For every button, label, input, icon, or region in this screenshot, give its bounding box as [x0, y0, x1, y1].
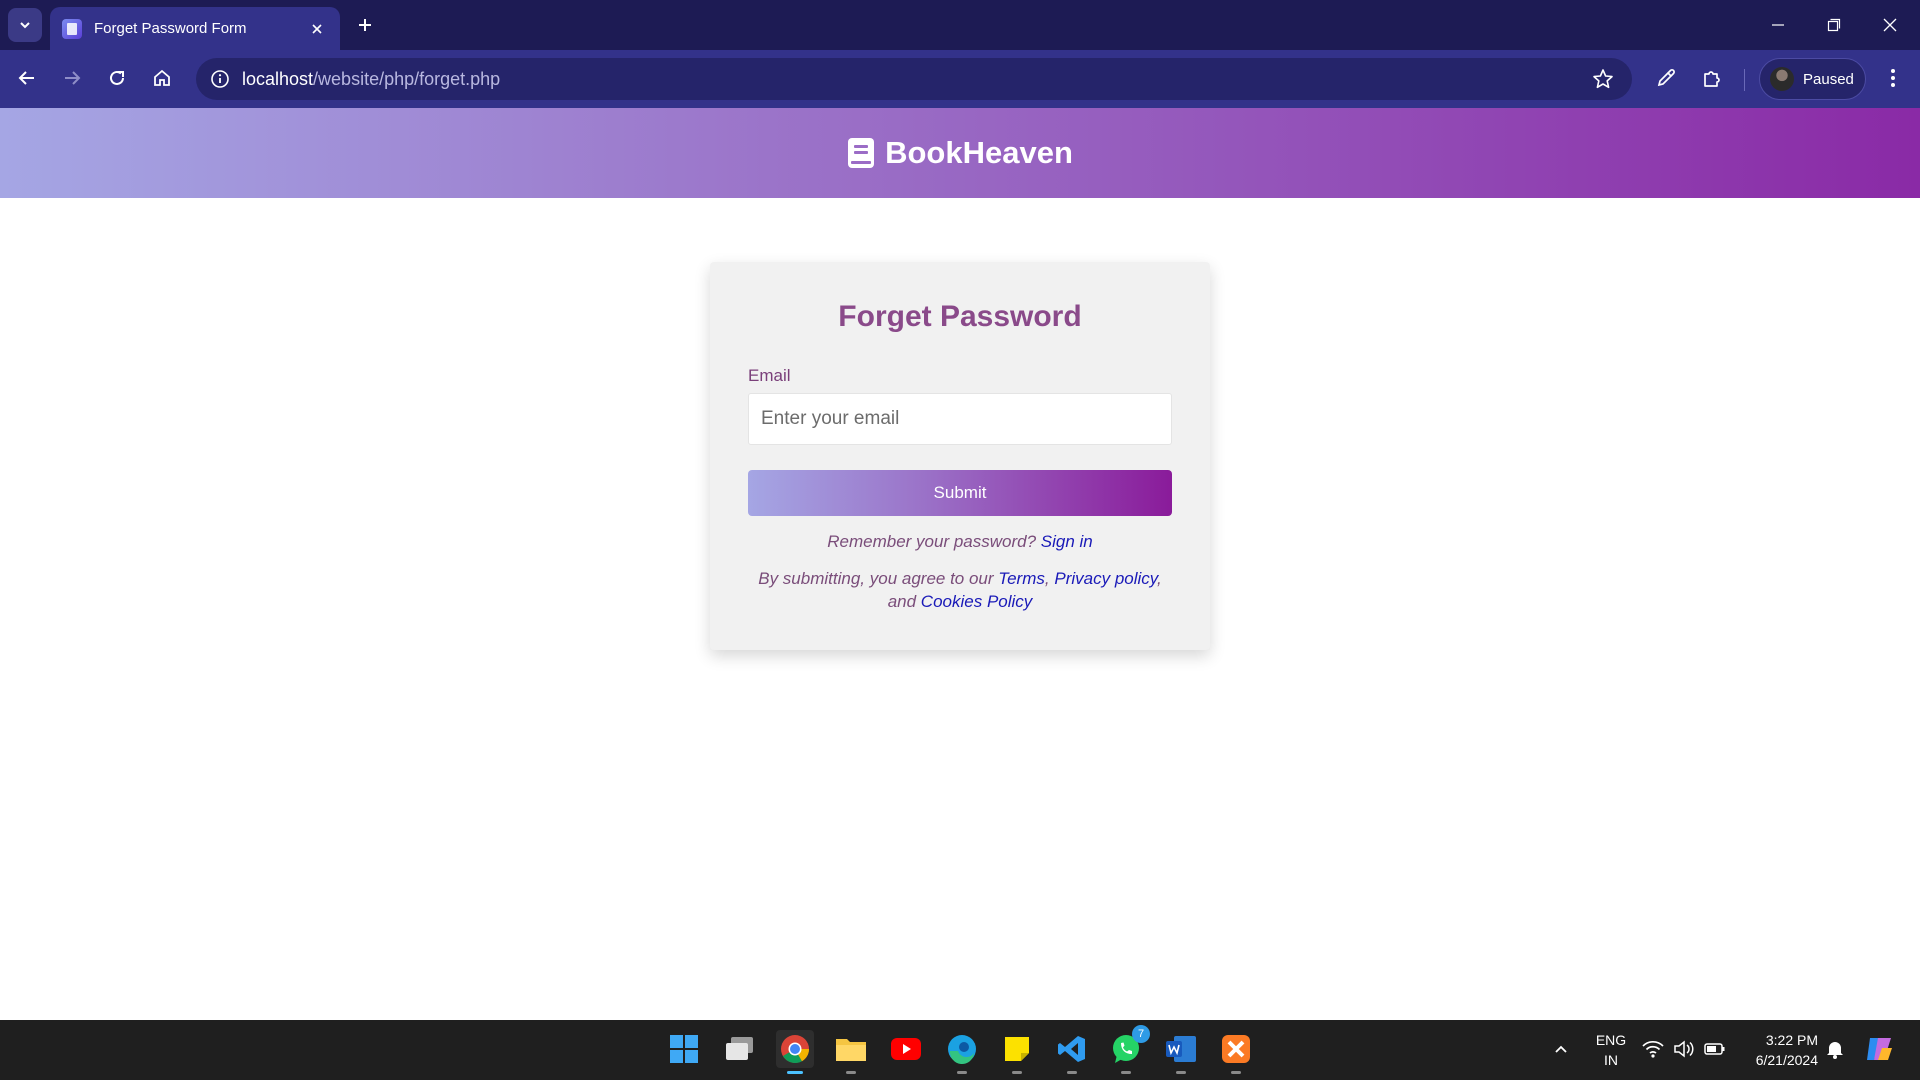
- privacy-policy-link[interactable]: Privacy policy: [1054, 569, 1157, 588]
- brand-logo[interactable]: BookHeaven: [847, 135, 1073, 171]
- email-input[interactable]: [748, 393, 1172, 445]
- legal-text: By submitting, you agree to our Terms, P…: [750, 567, 1170, 613]
- close-icon: [1883, 18, 1897, 32]
- windows-taskbar: 7 ENG IN 3:22 PM 6/21/2024: [0, 1020, 1920, 1080]
- tab-title: Forget Password Form: [94, 20, 247, 37]
- profile-status: Paused: [1803, 70, 1854, 88]
- copilot-icon[interactable]: [1860, 1030, 1898, 1068]
- wifi-icon[interactable]: [1638, 1030, 1668, 1068]
- forget-password-card: Forget Password Email Submit Remember yo…: [710, 262, 1210, 650]
- file-explorer-icon[interactable]: [832, 1030, 870, 1074]
- url-path: /website/php/forget.php: [313, 68, 501, 89]
- brand-name: BookHeaven: [885, 135, 1073, 170]
- reload-button[interactable]: [100, 61, 134, 95]
- reload-icon: [110, 70, 124, 85]
- profile-button[interactable]: Paused: [1759, 58, 1866, 100]
- eyedropper-icon: [1657, 69, 1675, 87]
- tab-search-button[interactable]: [8, 8, 42, 42]
- home-button[interactable]: [145, 61, 179, 95]
- new-tab-button[interactable]: [352, 12, 378, 38]
- puzzle-icon: [1704, 71, 1720, 87]
- forward-button[interactable]: [55, 61, 89, 95]
- windows-start-icon[interactable]: [665, 1030, 703, 1068]
- language-code: ENG: [1595, 1032, 1627, 1048]
- url-host: localhost: [242, 68, 314, 89]
- sticky-notes-icon[interactable]: [998, 1030, 1036, 1074]
- more-vertical-icon: [1891, 69, 1895, 87]
- chevron-down-icon: [20, 22, 30, 29]
- sign-in-link[interactable]: Sign in: [1041, 532, 1093, 551]
- url-text: localhost/website/php/forget.php: [242, 69, 500, 90]
- tab-close-icon[interactable]: [306, 18, 328, 40]
- close-window-button[interactable]: [1862, 0, 1918, 50]
- taskbar-active-indicator: [787, 1071, 803, 1074]
- whatsapp-icon[interactable]: 7: [1107, 1025, 1150, 1074]
- remember-label: Remember your password?: [827, 532, 1037, 551]
- terms-link[interactable]: Terms: [998, 569, 1045, 588]
- avatar: [1770, 67, 1794, 91]
- vscode-icon[interactable]: [1053, 1030, 1091, 1074]
- taskbar-running-indicator: [957, 1071, 967, 1074]
- whatsapp-notification-badge: 7: [1132, 1025, 1150, 1043]
- remember-password-text: Remember your password? Sign in: [710, 532, 1210, 552]
- word-icon[interactable]: [1162, 1030, 1200, 1074]
- site-header: BookHeaven: [0, 108, 1920, 198]
- notification-bell-icon[interactable]: [1820, 1030, 1850, 1068]
- xampp-icon[interactable]: [1217, 1030, 1255, 1074]
- volume-icon[interactable]: [1669, 1030, 1699, 1068]
- browser-toolbar: localhost/website/php/forget.php Paused: [0, 50, 1920, 108]
- chrome-icon[interactable]: [776, 1030, 814, 1074]
- extensions-button[interactable]: [1695, 61, 1729, 95]
- region-code: IN: [1604, 1052, 1618, 1068]
- arrow-left-icon: [18, 71, 34, 85]
- youtube-icon[interactable]: [887, 1030, 925, 1068]
- taskbar-running-indicator: [1121, 1071, 1131, 1074]
- show-hidden-icons-chevron-icon[interactable]: [1542, 1030, 1580, 1068]
- battery-icon[interactable]: [1700, 1030, 1730, 1068]
- browser-menu-button[interactable]: [1876, 61, 1910, 95]
- legal-comma-2: ,: [1157, 569, 1162, 588]
- restore-button[interactable]: [1806, 0, 1862, 50]
- minimize-button[interactable]: [1750, 0, 1806, 50]
- taskbar-running-indicator: [1012, 1071, 1022, 1074]
- minimize-icon: [1772, 24, 1784, 26]
- eyedropper-extension-button[interactable]: [1649, 61, 1683, 95]
- book-icon: [848, 138, 875, 168]
- site-info-icon[interactable]: [200, 58, 240, 100]
- submit-button[interactable]: Submit: [748, 470, 1172, 516]
- legal-and: and: [887, 592, 917, 611]
- bookmark-star-icon[interactable]: [1590, 66, 1616, 92]
- browser-tab-active[interactable]: Forget Password Form: [50, 7, 340, 50]
- restore-icon: [1827, 18, 1841, 32]
- taskbar-running-indicator: [846, 1071, 856, 1074]
- back-button[interactable]: [10, 61, 44, 95]
- input-language-indicator[interactable]: ENG IN: [1591, 1030, 1631, 1070]
- form-title: Forget Password: [838, 300, 1082, 333]
- book-favicon-icon: [62, 18, 82, 39]
- edge-icon[interactable]: [943, 1030, 981, 1074]
- clock-time: 3:22 PM: [1765, 1032, 1818, 1048]
- plus-icon: [359, 19, 371, 31]
- legal-prefix: By submitting, you agree to our: [758, 569, 994, 588]
- clock[interactable]: 3:22 PM 6/21/2024: [1738, 1030, 1818, 1070]
- arrow-right-icon: [65, 71, 81, 85]
- taskbar-running-indicator: [1176, 1071, 1186, 1074]
- home-icon: [154, 69, 170, 86]
- taskbar-running-indicator: [1067, 1071, 1077, 1074]
- browser-tab-bar: Forget Password Form: [0, 0, 1920, 50]
- toolbar-separator: [1744, 69, 1745, 91]
- clock-date: 6/21/2024: [1755, 1052, 1818, 1068]
- legal-comma-1: ,: [1044, 569, 1050, 588]
- address-bar[interactable]: localhost/website/php/forget.php: [196, 58, 1632, 100]
- cookies-policy-link[interactable]: Cookies Policy: [921, 592, 1033, 611]
- email-label: Email: [748, 366, 791, 385]
- taskbar-running-indicator: [1231, 1071, 1241, 1074]
- task-view-icon[interactable]: [721, 1030, 759, 1068]
